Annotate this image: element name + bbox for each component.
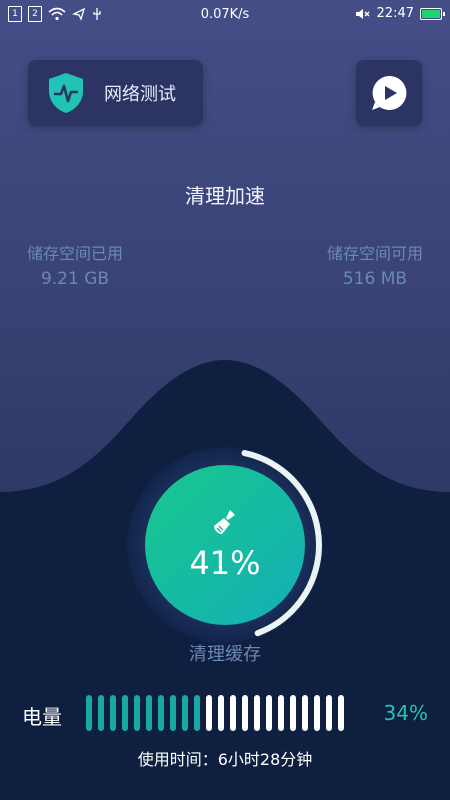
battery-bar-filled [194,695,200,731]
clean-cache-button[interactable]: 清理缓存 [0,640,450,666]
battery-bar-empty [218,695,224,731]
battery-bar-filled [182,695,188,731]
battery-label: 电量 [22,705,62,729]
status-bar: 1 2 0.07K/s 22:47 [0,0,450,30]
battery-bar-filled [146,695,152,731]
shield-pulse-icon [49,73,83,113]
battery-bar-empty [290,695,296,731]
battery-bar-empty [230,695,236,731]
video-play-button[interactable] [356,60,422,126]
battery-bar-empty [338,695,344,731]
mute-icon [355,8,370,19]
battery-bar-filled [134,695,140,731]
battery-bar-filled [170,695,176,731]
gauge-percent: 41% [189,544,261,582]
battery-icon [420,7,445,20]
battery-bars [86,695,344,731]
network-test-button[interactable]: 网络测试 [28,60,203,126]
battery-bar-empty [242,695,248,731]
battery-bar-empty [206,695,212,731]
network-test-label: 网络测试 [104,84,176,105]
battery-bar-empty [266,695,272,731]
battery-bar-filled [122,695,128,731]
storage-available-value: 516 MB [342,269,408,289]
battery-bar-empty [254,695,260,731]
storage-used: 储存空间已用 9.21 GB [20,240,130,289]
battery-fill [422,9,440,18]
battery-bar-filled [110,695,116,731]
storage-available: 储存空间可用 516 MB [320,240,430,289]
play-bubble-icon [372,75,407,110]
battery-percent: 34% [383,701,428,725]
storage-available-label: 储存空间可用 [326,244,423,263]
battery-bar-filled [86,695,92,731]
status-right-icons: 22:47 [355,6,445,21]
broom-icon [214,510,235,534]
battery-bar-empty [302,695,308,731]
battery-bar-empty [314,695,320,731]
storage-used-label: 储存空间已用 [26,244,123,263]
gauge-content: 41% [110,430,340,660]
page-title: 清理加速 [185,184,265,208]
battery-bar-empty [278,695,284,731]
battery-row: 电量 34% [0,695,450,735]
battery-bar-empty [326,695,332,731]
clock: 22:47 [376,6,414,21]
battery-usage-time: 使用时间：6小时28分钟 [137,750,313,769]
battery-bar-filled [158,695,164,731]
battery-bar-filled [98,695,104,731]
storage-used-value: 9.21 GB [40,269,110,289]
